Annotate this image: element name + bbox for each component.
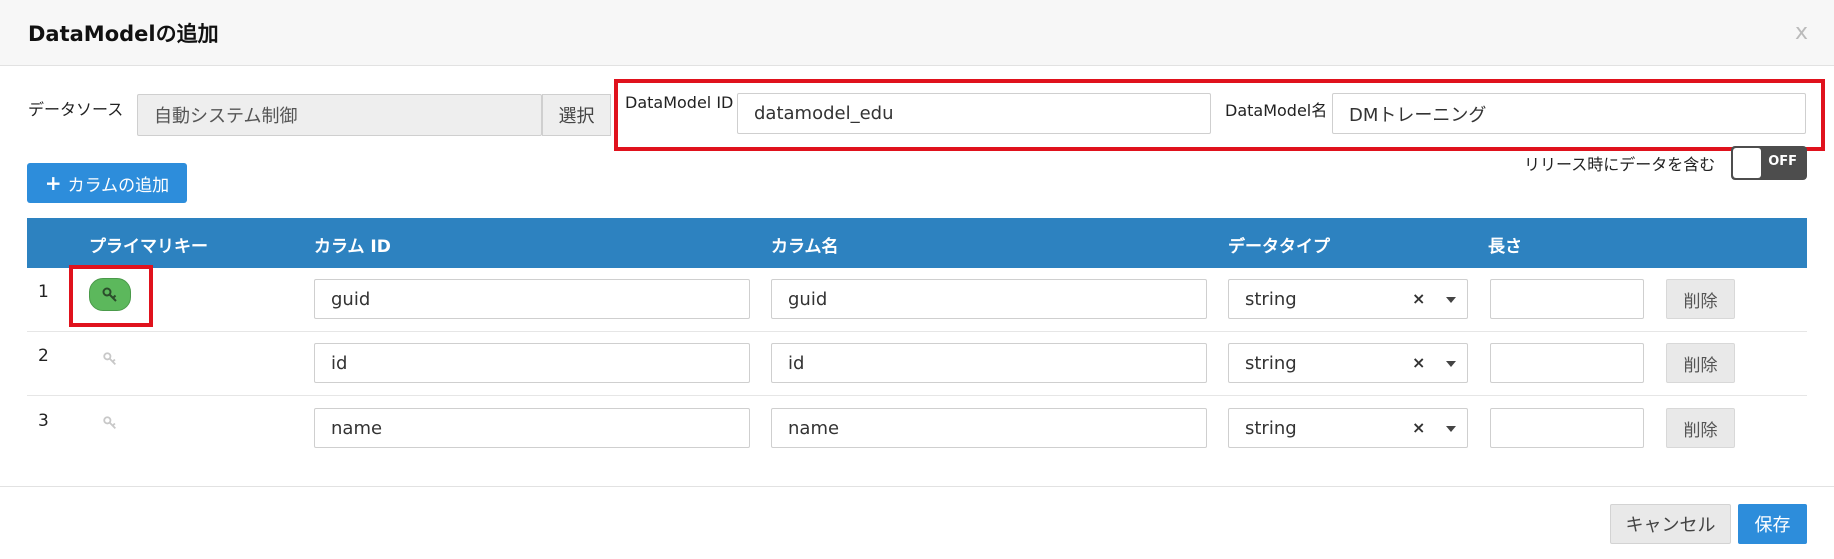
close-button[interactable]: x <box>1795 20 1808 45</box>
chevron-down-icon[interactable] <box>1446 426 1456 432</box>
datamodel-name-label: DataModel名 <box>1225 101 1328 120</box>
save-button[interactable]: 保存 <box>1738 504 1807 544</box>
header-column-name: カラム名 <box>771 237 839 257</box>
release-toggle-label: リリース時にデータを含む <box>1524 155 1716 174</box>
chevron-down-icon[interactable] <box>1446 297 1456 303</box>
column-id-input[interactable]: guid <box>314 279 750 319</box>
columns-table-header: プライマリキー カラム ID カラム名 データタイプ 長さ <box>27 218 1807 268</box>
key-icon <box>102 287 117 302</box>
column-id-input[interactable]: id <box>314 343 750 383</box>
datasource-label: データソース <box>28 100 124 119</box>
key-icon <box>103 416 116 429</box>
clear-icon[interactable]: × <box>1412 289 1425 308</box>
data-type-select[interactable]: string × <box>1228 343 1468 383</box>
row-divider <box>27 395 1807 396</box>
datasource-select-button[interactable]: 選択 <box>542 94 611 136</box>
clear-icon[interactable]: × <box>1412 418 1425 437</box>
primary-key-toggle[interactable] <box>89 278 131 311</box>
plus-icon: + <box>44 171 62 195</box>
length-input[interactable] <box>1490 279 1644 319</box>
key-icon <box>103 352 116 365</box>
add-column-label: カラムの追加 <box>67 175 170 196</box>
row-divider <box>27 331 1807 332</box>
header-column-id: カラム ID <box>314 237 391 257</box>
length-input[interactable] <box>1490 343 1644 383</box>
delete-button[interactable]: 削除 <box>1666 343 1735 383</box>
row-number: 2 <box>38 346 49 366</box>
release-toggle[interactable]: OFF <box>1731 146 1807 180</box>
length-input[interactable] <box>1490 408 1644 448</box>
data-type-value: string <box>1245 353 1297 374</box>
column-name-input[interactable]: name <box>771 408 1207 448</box>
data-type-value: string <box>1245 289 1297 310</box>
chevron-down-icon[interactable] <box>1446 361 1456 367</box>
dialog-title: DataModelの追加 <box>28 22 219 46</box>
cancel-button[interactable]: キャンセル <box>1610 504 1731 544</box>
data-type-select[interactable]: string × <box>1228 279 1468 319</box>
column-name-input[interactable]: guid <box>771 279 1207 319</box>
delete-button[interactable]: 削除 <box>1666 279 1735 319</box>
header-data-type: データタイプ <box>1228 237 1330 257</box>
header-length: 長さ <box>1488 237 1522 257</box>
header-primary-key: プライマリキー <box>89 237 208 257</box>
column-id-input[interactable]: name <box>314 408 750 448</box>
datamodel-name-input[interactable]: DMトレーニング <box>1332 93 1806 134</box>
row-number: 1 <box>38 282 49 302</box>
primary-key-toggle[interactable] <box>100 413 120 433</box>
toggle-knob <box>1733 148 1761 178</box>
dialog-header: DataModelの追加 x <box>0 0 1834 66</box>
clear-icon[interactable]: × <box>1412 353 1425 372</box>
datamodel-id-label: DataModel ID <box>625 93 734 112</box>
toggle-state: OFF <box>1768 154 1797 169</box>
data-type-value: string <box>1245 418 1297 439</box>
footer-divider <box>0 486 1834 487</box>
add-column-button[interactable]: + カラムの追加 <box>27 163 187 203</box>
primary-key-toggle[interactable] <box>100 349 120 369</box>
row-number: 3 <box>38 411 49 431</box>
column-name-input[interactable]: id <box>771 343 1207 383</box>
delete-button[interactable]: 削除 <box>1666 408 1735 448</box>
datamodel-id-input[interactable]: datamodel_edu <box>737 93 1211 134</box>
datasource-field: 自動システム制御 <box>137 94 542 136</box>
data-type-select[interactable]: string × <box>1228 408 1468 448</box>
